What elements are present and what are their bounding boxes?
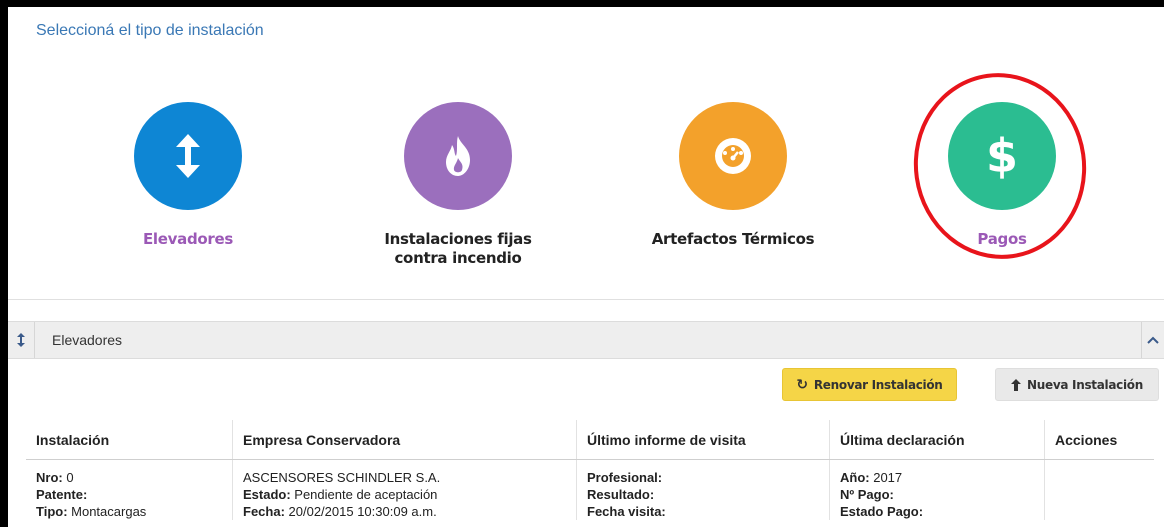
refresh-icon: ↻	[796, 376, 808, 393]
app-frame: Seleccioná el tipo de instalación Elevad…	[8, 7, 1164, 527]
chevron-up-icon[interactable]	[1141, 322, 1164, 358]
table-header-row: Instalación Empresa Conservadora Último …	[26, 420, 1154, 460]
tile-instalaciones-fijas[interactable]: Instalaciones fijas contra incendio	[338, 102, 578, 268]
tile-artefactos-termicos[interactable]: Artefactos Térmicos	[613, 102, 853, 249]
arrow-up-icon	[1011, 378, 1022, 391]
artefactos-circle[interactable]	[679, 102, 787, 210]
nueva-label: Nueva Instalación	[1027, 377, 1143, 392]
elevadores-panel-header[interactable]: Elevadores	[8, 321, 1164, 359]
cell-empresa: ASCENSORES SCHINDLER S.A. Estado: Pendie…	[232, 459, 577, 520]
col-ultimo-informe: Último informe de visita	[576, 420, 830, 460]
panel-title: Elevadores	[52, 332, 123, 348]
col-empresa: Empresa Conservadora	[232, 420, 577, 460]
col-instalacion: Instalación	[26, 420, 233, 460]
renovar-instalacion-button[interactable]: ↻ Renovar Instalación	[782, 368, 957, 401]
cell-instalacion: Nro: 0 Patente: Tipo: Montacargas	[26, 459, 233, 520]
section-title: Seleccioná el tipo de instalación	[36, 22, 264, 39]
gauge-icon	[715, 138, 751, 174]
col-ultima-declaracion: Última declaración	[829, 420, 1045, 460]
col-acciones: Acciones	[1044, 420, 1154, 460]
tile-label-instalaciones[interactable]: Instalaciones fijas contra incendio	[338, 230, 578, 268]
cell-ultima-declaracion: Año: 2017 Nº Pago: Estado Pago:	[829, 459, 1045, 520]
up-down-arrow-icon	[176, 134, 200, 178]
up-down-arrow-icon	[8, 322, 35, 358]
nueva-instalacion-button[interactable]: Nueva Instalación	[995, 368, 1159, 401]
installations-table: Instalación Empresa Conservadora Último …	[26, 420, 1154, 520]
installation-type-selector: Seleccioná el tipo de instalación Elevad…	[8, 7, 1164, 300]
tile-label-artefactos[interactable]: Artefactos Térmicos	[613, 230, 853, 249]
fire-icon	[446, 136, 470, 176]
renovar-label: Renovar Instalación	[813, 377, 943, 392]
table-row: Nro: 0 Patente: Tipo: Montacargas ASCENS…	[26, 459, 1155, 521]
elevadores-circle[interactable]	[134, 102, 242, 210]
cell-acciones	[1045, 460, 1155, 521]
cell-ultimo-informe: Profesional: Resultado: Fecha visita:	[576, 459, 830, 520]
tile-label-elevadores[interactable]: Elevadores	[68, 230, 308, 249]
instalaciones-circle[interactable]	[404, 102, 512, 210]
tile-elevadores[interactable]: Elevadores	[68, 102, 308, 249]
